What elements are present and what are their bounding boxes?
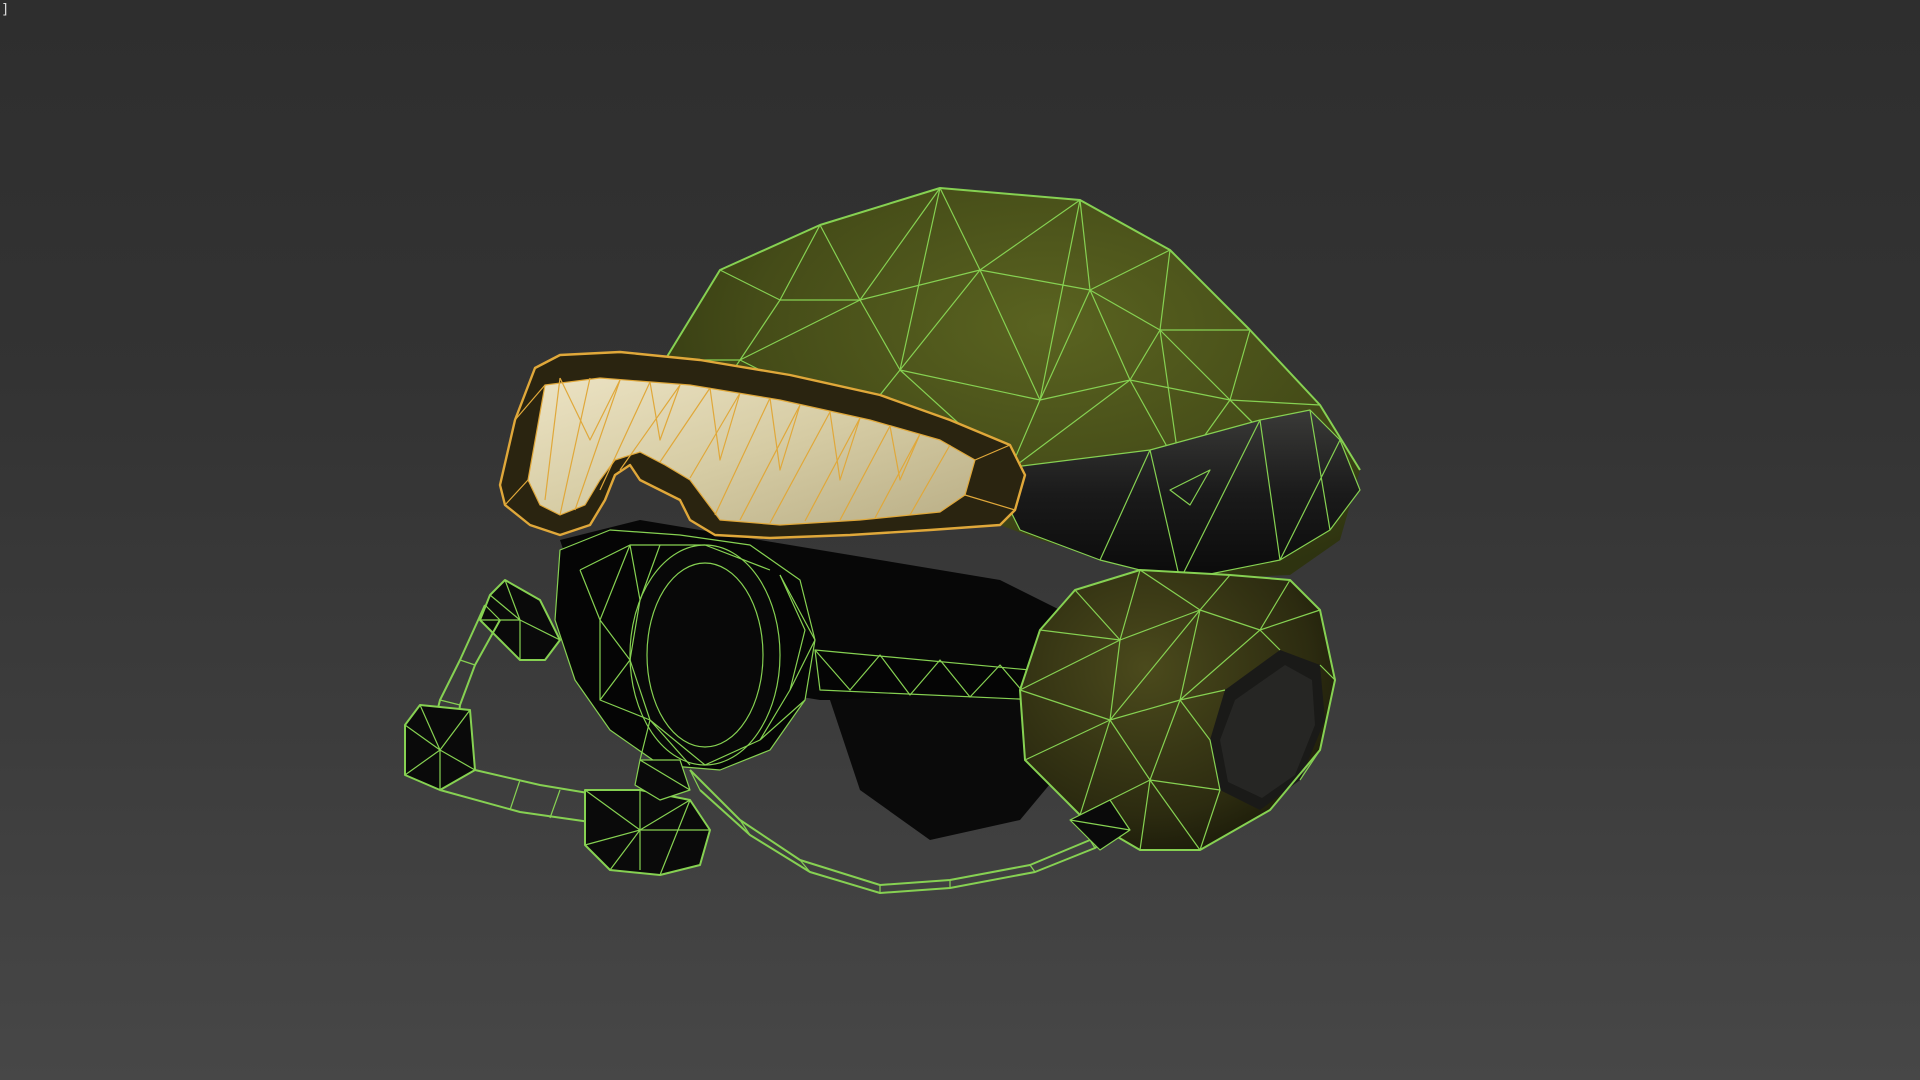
earcup-left[interactable] [554,529,816,771]
3d-viewport[interactable]: ] [0,0,1920,1080]
earcup-right[interactable] [1019,569,1336,851]
helmet-wireframe-model[interactable] [0,0,1920,1080]
